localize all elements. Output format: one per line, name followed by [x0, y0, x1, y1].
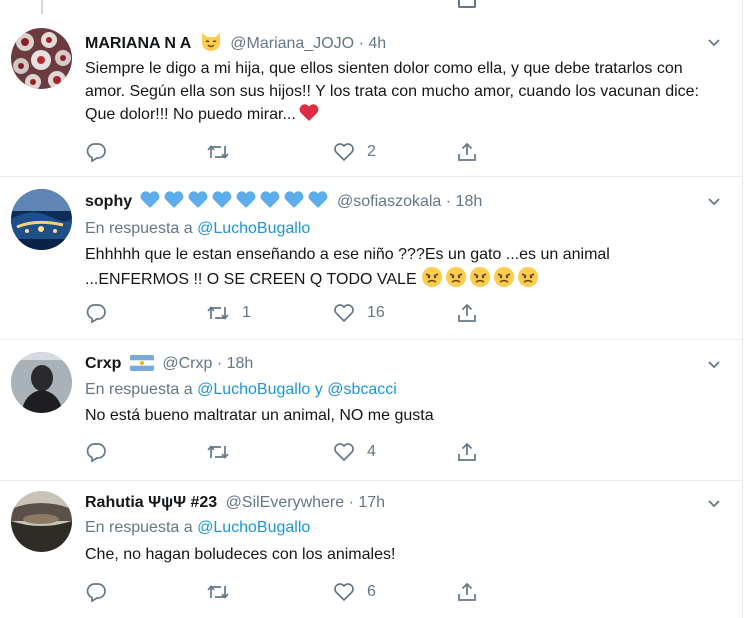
- tweet-text-content: No está bueno maltratar un animal, NO me…: [85, 407, 434, 424]
- share-button[interactable]: [456, 301, 478, 325]
- timestamp[interactable]: · 18h: [446, 193, 482, 210]
- thread-line: [41, 0, 43, 14]
- user-handle[interactable]: @sofiaszokala: [337, 193, 441, 210]
- share-icon: [458, 582, 476, 601]
- reply-context: En respuesta a @LuchoBugallo y @sbcacci: [85, 381, 397, 399]
- retweet-icon: [207, 145, 229, 159]
- share-button[interactable]: [456, 440, 478, 464]
- retweet-button[interactable]: [206, 140, 242, 164]
- like-count: 2: [367, 143, 376, 160]
- user-handle[interactable]: @SilEverywhere: [226, 494, 345, 511]
- timestamp[interactable]: · 17h: [349, 494, 385, 511]
- tweet-text: Siempre le digo a mi hija, que ellos sie…: [85, 57, 715, 129]
- mention-link[interactable]: @LuchoBugallo: [197, 519, 310, 536]
- avatar[interactable]: [11, 352, 72, 413]
- tweet-text: No está bueno maltratar un animal, NO me…: [85, 404, 715, 427]
- retweet-button[interactable]: [206, 440, 242, 464]
- display-name[interactable]: Rahutia ΨψΨ #23: [85, 494, 217, 511]
- blue-heart-emoji-icons: [139, 190, 329, 209]
- angry-face-emoji-icons: [421, 266, 539, 288]
- avatar[interactable]: [11, 189, 72, 250]
- retweet-button[interactable]: 1: [206, 301, 251, 325]
- reply-joiner: y: [314, 381, 323, 398]
- reply-button[interactable]: [85, 440, 107, 464]
- chevron-down-icon[interactable]: [706, 495, 722, 511]
- reply-prefix: En respuesta a: [85, 220, 193, 237]
- retweet-button[interactable]: [206, 580, 242, 604]
- tweet-header: MARIANA N A @Mariana_JOJO · 4h: [85, 31, 386, 53]
- argentina-flag-emoji-icon: [129, 355, 154, 378]
- like-button[interactable]: 4: [333, 440, 376, 464]
- tweet-text: Che, no hagan boludeces con los animales…: [85, 543, 715, 566]
- like-count: 6: [367, 583, 376, 600]
- reply-icon: [86, 143, 106, 163]
- reply-button[interactable]: [85, 140, 107, 164]
- tweet-text-content: Siempre le digo a mi hija, que ellos sie…: [85, 60, 699, 123]
- retweet-icon: [207, 445, 229, 459]
- share-icon: [458, 442, 476, 461]
- mention-link[interactable]: @LuchoBugallo: [197, 220, 310, 237]
- share-icon: [458, 142, 476, 161]
- share-icon: [458, 303, 476, 322]
- heart-icon: [334, 304, 354, 323]
- tweet-header: sophy @sofiaszokala · 18h: [85, 190, 482, 212]
- reply-context: En respuesta a @LuchoBugallo: [85, 519, 310, 537]
- heart-icon: [334, 143, 354, 162]
- tweet-actions: 2: [85, 140, 505, 164]
- share-button[interactable]: [456, 140, 478, 164]
- retweet-icon: [207, 306, 229, 320]
- chevron-down-icon[interactable]: [706, 193, 722, 209]
- heart-icon: [334, 443, 354, 462]
- cat-face-emoji-icon: [200, 31, 222, 58]
- chevron-down-icon[interactable]: [706, 34, 722, 50]
- like-button[interactable]: 16: [333, 301, 385, 325]
- display-name[interactable]: sophy: [85, 193, 132, 210]
- tweet[interactable]: Rahutia ΨψΨ #23 @SilEverywhere · 17h En …: [0, 481, 742, 618]
- tweet-actions: 4: [85, 440, 505, 464]
- retweet-count: 1: [242, 304, 251, 321]
- retweet-icon: [207, 585, 229, 599]
- chevron-down-icon[interactable]: [706, 356, 722, 372]
- display-name[interactable]: MARIANA N A: [85, 35, 191, 52]
- tweet-actions: 1 16: [85, 301, 505, 325]
- red-heart-emoji-icon: [298, 103, 320, 129]
- tweet-header: Rahutia ΨψΨ #23 @SilEverywhere · 17h: [85, 492, 385, 514]
- like-count: 4: [367, 443, 376, 460]
- avatar[interactable]: [11, 28, 72, 89]
- tweet[interactable]: MARIANA N A @Mariana_JOJO · 4h Siempre l…: [0, 14, 742, 177]
- reply-button[interactable]: [85, 301, 107, 325]
- reply-icon: [86, 443, 106, 463]
- reply-prefix: En respuesta a: [85, 381, 193, 398]
- tweet-text-content: Che, no hagan boludeces con los animales…: [85, 546, 396, 563]
- tweet[interactable]: Crxp @Crxp · 18h En respuesta a @LuchoBu…: [0, 340, 742, 481]
- user-handle[interactable]: @Crxp: [162, 355, 212, 372]
- display-name[interactable]: Crxp: [85, 355, 121, 372]
- like-button[interactable]: 2: [333, 140, 376, 164]
- reply-icon: [86, 304, 106, 324]
- tweet-actions: 6: [85, 580, 505, 604]
- share-button[interactable]: [456, 580, 478, 604]
- mention-link[interactable]: @sbcacci: [327, 381, 397, 398]
- reply-button[interactable]: [85, 580, 107, 604]
- heart-icon: [334, 583, 354, 602]
- like-count: 16: [367, 304, 385, 321]
- reply-prefix: En respuesta a: [85, 519, 193, 536]
- timestamp[interactable]: · 4h: [359, 35, 387, 52]
- user-handle[interactable]: @Mariana_JOJO: [230, 35, 354, 52]
- tweet-text: Ehhhhh que le estan enseñando a ese niño…: [85, 243, 715, 291]
- reply-context: En respuesta a @LuchoBugallo: [85, 220, 310, 238]
- tweet-header: Crxp @Crxp · 18h: [85, 353, 253, 375]
- timeline: MARIANA N A @Mariana_JOJO · 4h Siempre l…: [0, 0, 743, 618]
- avatar[interactable]: [11, 491, 72, 552]
- tweet[interactable]: sophy @sofiaszokala · 18h En respuesta a…: [0, 177, 742, 340]
- mention-link[interactable]: @LuchoBugallo: [197, 381, 310, 398]
- reply-icon: [86, 583, 106, 603]
- share-icon[interactable]: [458, 0, 476, 8]
- like-button[interactable]: 6: [333, 580, 376, 604]
- timestamp[interactable]: · 18h: [217, 355, 253, 372]
